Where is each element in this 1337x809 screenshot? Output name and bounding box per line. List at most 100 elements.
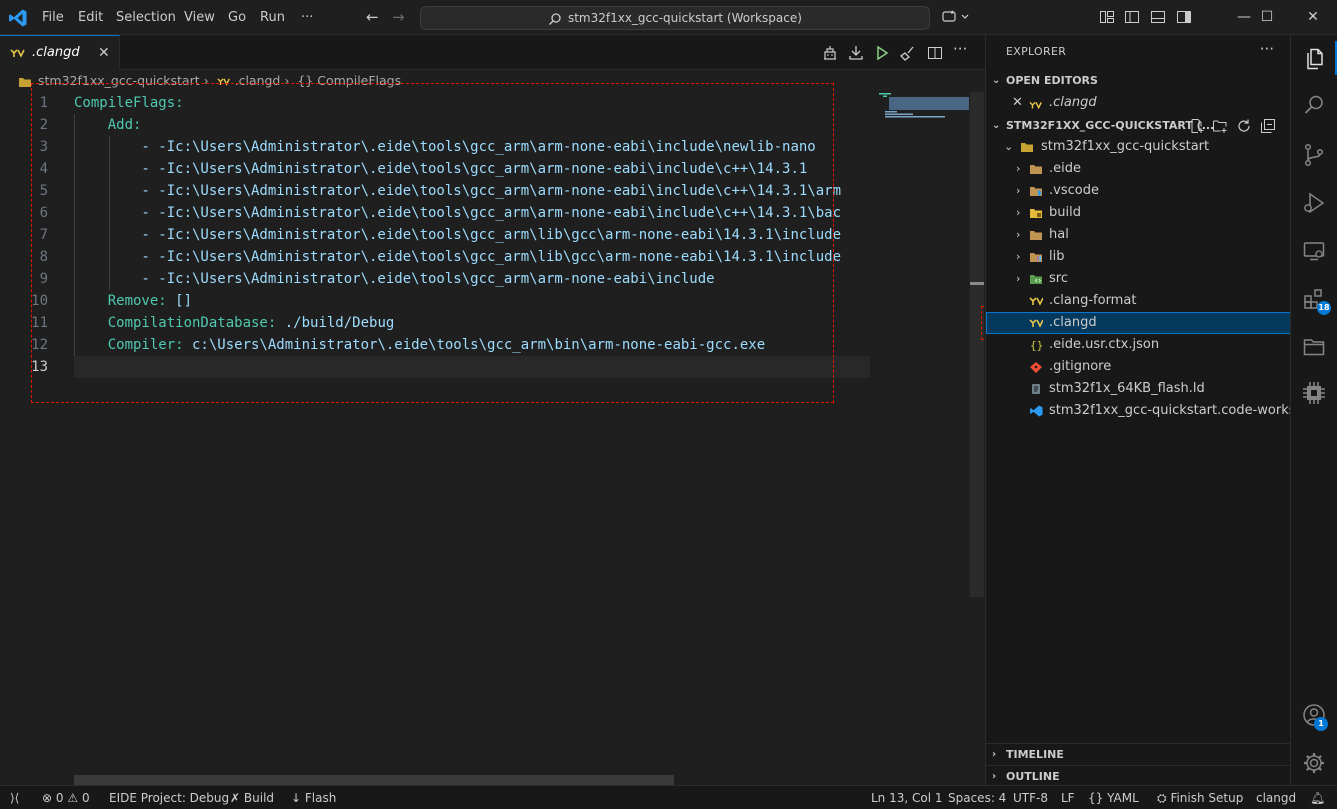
run-icon[interactable] — [874, 45, 890, 61]
line-number[interactable]: 13 — [0, 356, 48, 378]
copilot-icon[interactable] — [942, 9, 970, 25]
close-window-button[interactable]: ✕ — [1290, 0, 1336, 35]
more-actions-icon[interactable]: ··· — [953, 40, 967, 58]
tree-folder-hal[interactable]: › hal — [986, 224, 1291, 246]
horizontal-scrollbar[interactable] — [74, 775, 674, 785]
eide-build-icon[interactable] — [822, 45, 838, 61]
explorer-files-icon[interactable] — [1302, 47, 1326, 71]
outline-header[interactable]: › OUTLINE — [986, 765, 1291, 787]
toggle-panel-icon[interactable] — [1150, 9, 1166, 25]
menu-view[interactable]: View — [184, 0, 215, 35]
yaml-value: [] — [166, 293, 193, 309]
close-icon[interactable]: ✕ — [1012, 92, 1023, 114]
chip-icon[interactable] — [1302, 381, 1326, 405]
menu-selection[interactable]: Selection — [116, 0, 176, 35]
menu-edit[interactable]: Edit — [78, 0, 103, 35]
open-editors-header[interactable]: ⌄ OPEN EDITORS — [986, 70, 1291, 92]
code-text: Add: — [74, 117, 142, 133]
vertical-scrollbar[interactable] — [970, 92, 984, 597]
line-number[interactable]: 8 — [0, 246, 48, 268]
open-editor-clangd[interactable]: ✕ .clangd — [986, 92, 1291, 114]
remote-explorer-icon[interactable] — [1302, 239, 1326, 263]
code-line: 2 Add: — [0, 114, 870, 136]
timeline-header[interactable]: › TIMELINE — [986, 743, 1291, 765]
refresh-icon[interactable] — [1236, 118, 1252, 134]
tree-file-clangd[interactable]: .clangd — [986, 312, 1291, 334]
finish-setup-button[interactable]: ⛭ Finish Setup — [1157, 786, 1243, 809]
forward-arrow-icon[interactable]: → — [392, 8, 405, 26]
cursor-position[interactable]: Ln 13, Col 1 — [871, 786, 943, 809]
menu-run[interactable]: Run — [260, 0, 285, 35]
tree-file-clang-format[interactable]: .clang-format — [986, 290, 1291, 312]
eol-status[interactable]: LF — [1061, 786, 1075, 809]
collapse-all-icon[interactable] — [1260, 118, 1276, 134]
folder-icon — [19, 77, 31, 87]
line-number[interactable]: 4 — [0, 158, 48, 180]
tree-file-gitignore[interactable]: .gitignore — [986, 356, 1291, 378]
back-arrow-icon[interactable]: ← — [366, 8, 379, 26]
line-number[interactable]: 10 — [0, 290, 48, 312]
notifications-bell-icon[interactable]: 🔔︎ — [1310, 786, 1325, 809]
tree-file-stm32f1xx-gcc-quickstart-code-workspa[interactable]: stm32f1xx_gcc-quickstart.code-workspa... — [986, 400, 1291, 422]
breadcrumb-workspace[interactable]: stm32f1xx_gcc-quickstart — [38, 73, 200, 88]
settings-gear-icon[interactable] — [1302, 751, 1326, 775]
encoding-status[interactable]: UTF-8 — [1013, 786, 1048, 809]
line-number[interactable]: 5 — [0, 180, 48, 202]
breadcrumb-symbol[interactable]: {} CompileFlags — [297, 73, 401, 88]
indentation-status[interactable]: Spaces: 4 — [948, 786, 1006, 809]
clean-broom-icon[interactable] — [900, 45, 916, 61]
folder-icon — [1030, 231, 1042, 240]
remote-indicator-icon[interactable]: ⟩⟨ — [10, 786, 19, 809]
line-number[interactable]: 12 — [0, 334, 48, 356]
breadcrumb-file[interactable]: .clangd — [235, 73, 281, 88]
line-number[interactable]: 11 — [0, 312, 48, 334]
new-folder-icon[interactable] — [1212, 118, 1228, 134]
eide-project-status[interactable]: EIDE Project: Debug — [109, 786, 229, 809]
tab-close-icon[interactable]: ✕ — [98, 36, 110, 70]
problems-indicator[interactable]: ⊗ 0 ⚠ 0 — [42, 786, 90, 809]
line-number[interactable]: 6 — [0, 202, 48, 224]
toggle-primary-sidebar-icon[interactable] — [1124, 9, 1140, 25]
toggle-secondary-sidebar-icon[interactable] — [1176, 9, 1192, 25]
minimap[interactable] — [870, 92, 970, 782]
tree-file-stm32f1x-64kb-flash-ld[interactable]: stm32f1x_64KB_flash.ld — [986, 378, 1291, 400]
source-control-icon[interactable] — [1302, 143, 1326, 167]
folder-build-icon — [1030, 209, 1042, 218]
line-number[interactable]: 2 — [0, 114, 48, 136]
tree-folder-eide[interactable]: › .eide — [986, 158, 1291, 180]
build-status-button[interactable]: ✗ Build — [230, 786, 274, 809]
sidebar-title: EXPLORER — [1006, 45, 1067, 58]
menu-more[interactable]: ··· — [301, 0, 313, 35]
code-editor[interactable]: 1 CompileFlags: 2 Add: 3 - -Ic:\Users\Admin… — [0, 92, 870, 782]
split-editor-icon[interactable] — [927, 45, 943, 61]
command-center[interactable]: stm32f1xx_gcc-quickstart (Workspace) — [420, 6, 930, 30]
new-file-icon[interactable] — [1189, 118, 1205, 134]
menu-file[interactable]: File — [42, 0, 64, 35]
vscode-logo-icon — [9, 9, 27, 27]
line-number[interactable]: 7 — [0, 224, 48, 246]
clangd-status[interactable]: clangd — [1256, 786, 1296, 809]
folder-icon[interactable] — [1302, 335, 1326, 359]
tab-clangd[interactable]: .clangd ✕ — [0, 35, 120, 70]
language-label: YAML — [1107, 791, 1139, 805]
root-folder[interactable]: ⌄ stm32f1xx_gcc-quickstart — [986, 136, 1291, 158]
chevron-down-icon: ⌄ — [992, 75, 1001, 86]
customize-layout-icon[interactable] — [1099, 9, 1115, 25]
tree-folder-build[interactable]: › build — [986, 202, 1291, 224]
tree-folder-src[interactable]: › src — [986, 268, 1291, 290]
tree-file-eide-usr-ctx-json[interactable]: {} .eide.usr.ctx.json — [986, 334, 1291, 356]
menu-go[interactable]: Go — [228, 0, 246, 35]
search-icon[interactable] — [1302, 93, 1326, 117]
flash-status-button[interactable]: ↓ Flash — [291, 786, 336, 809]
run-and-debug-icon[interactable] — [1302, 191, 1326, 215]
file-yaml-icon — [1029, 319, 1043, 328]
line-number[interactable]: 3 — [0, 136, 48, 158]
eide-download-icon[interactable] — [848, 45, 864, 61]
tree-folder-vscode[interactable]: › .vscode — [986, 180, 1291, 202]
tree-folder-lib[interactable]: › lib — [986, 246, 1291, 268]
line-number[interactable]: 1 — [0, 92, 48, 114]
explorer-more-icon[interactable]: ··· — [1260, 40, 1274, 58]
line-number[interactable]: 9 — [0, 268, 48, 290]
maximize-button[interactable]: ☐ — [1244, 0, 1290, 35]
language-mode[interactable]: {} YAML — [1088, 786, 1139, 809]
